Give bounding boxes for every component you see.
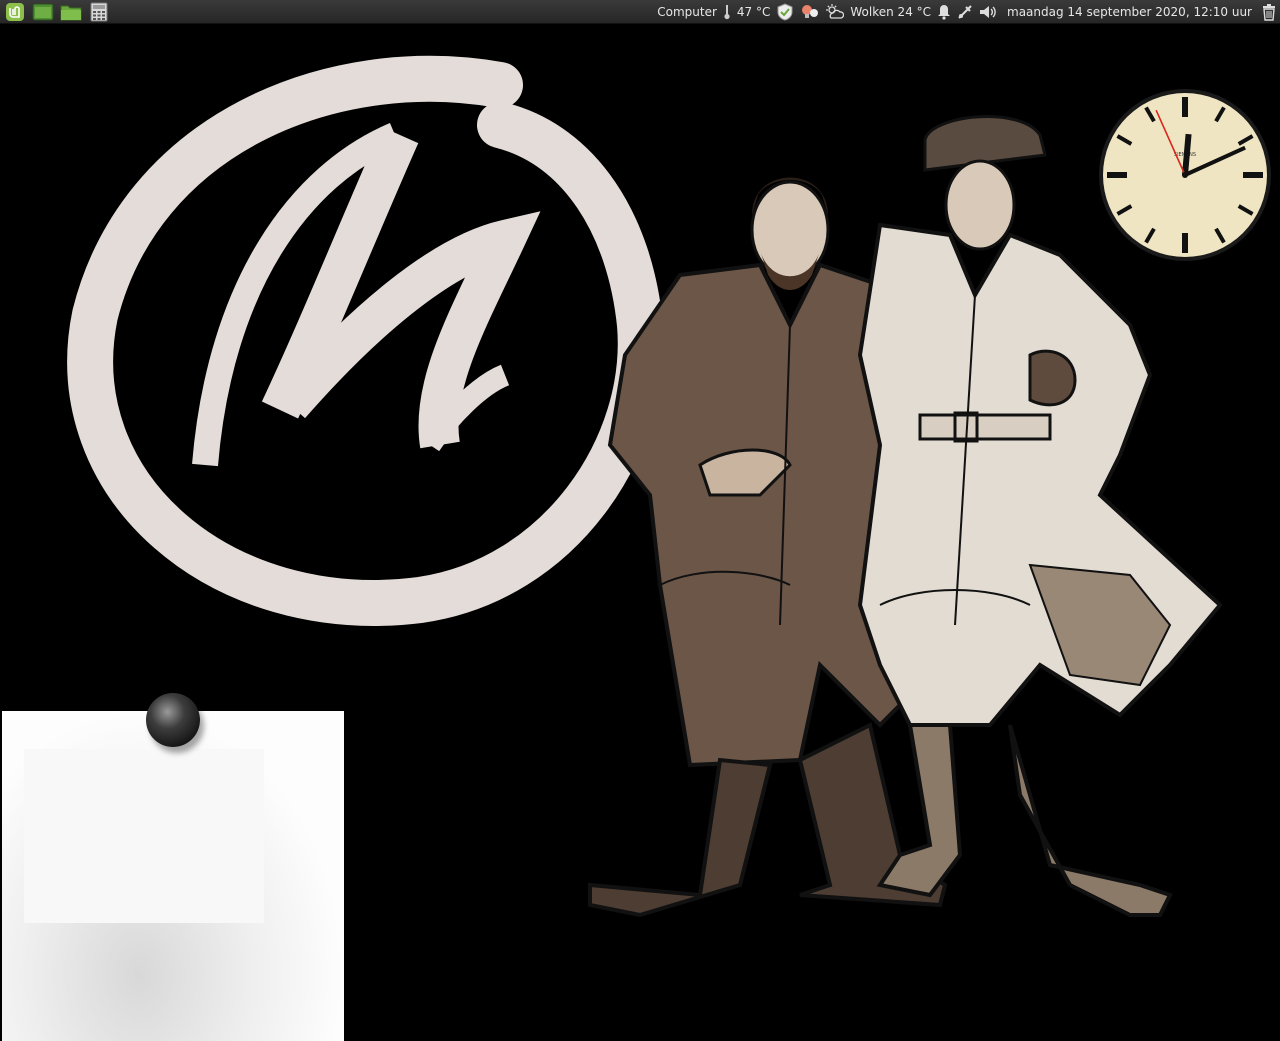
calculator-icon[interactable] [88,2,110,22]
redshift-bulb-icon[interactable] [800,3,820,21]
computer-label[interactable]: Computer [657,5,717,19]
volume-icon[interactable] [979,4,997,20]
weather-label[interactable]: Wolken 24 °C [850,5,931,19]
desktop[interactable]: SIEMENS [0,25,1280,1041]
datetime-label[interactable]: maandag 14 september 2020, 12:10 uur [1007,5,1252,19]
trash-icon[interactable] [1262,3,1276,21]
clock-hour-hand [1182,133,1192,176]
sticky-note[interactable] [2,711,344,1041]
panel-launchers [0,2,110,22]
clock-desklet[interactable]: SIEMENS [1094,84,1276,266]
files-icon[interactable] [60,2,82,22]
temperature-label[interactable]: 47 °C [737,5,770,19]
sticky-note-text[interactable] [24,749,264,923]
system-tray: Computer 47 °C Wolken 24 °C maandag 14 s… [657,2,1280,21]
network-icon[interactable] [957,4,973,20]
notification-bell-icon[interactable] [937,4,951,20]
pushpin-icon [146,693,200,747]
terminal-icon[interactable] [32,2,54,22]
menu-icon[interactable] [4,2,26,22]
wallpaper-logo [67,55,664,626]
top-panel: Computer 47 °C Wolken 24 °C maandag 14 s… [0,0,1280,24]
thermometer-icon [723,4,731,20]
weather-icon [826,3,845,20]
update-shield-icon[interactable] [776,2,794,21]
